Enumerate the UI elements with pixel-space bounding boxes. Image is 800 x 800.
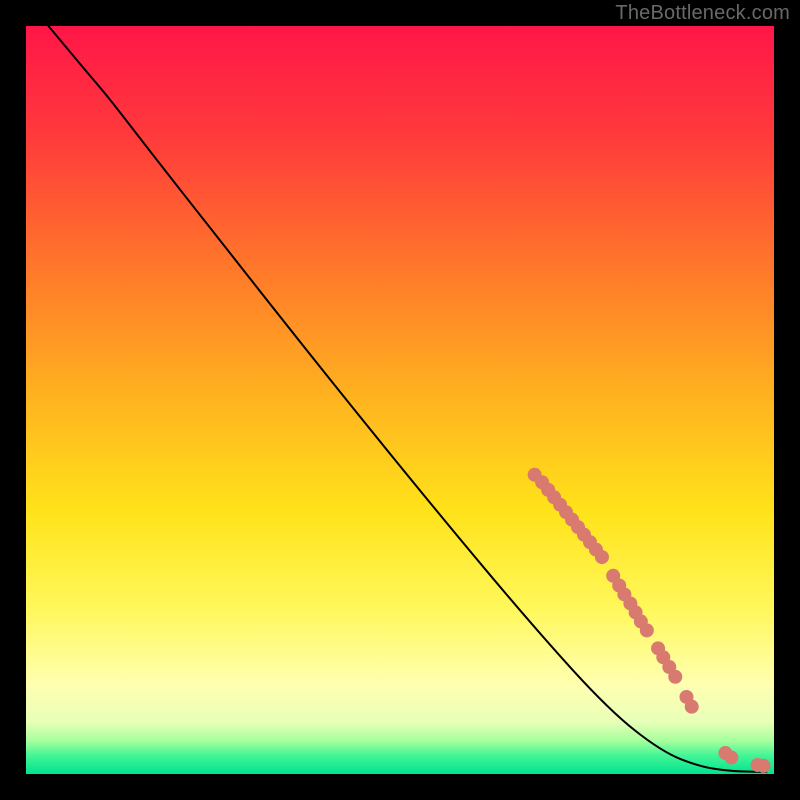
chart-svg: [26, 26, 774, 774]
watermark-text: TheBottleneck.com: [615, 2, 790, 25]
data-marker: [685, 700, 699, 714]
data-marker: [757, 759, 771, 773]
chart-frame: TheBottleneck.com: [0, 0, 800, 800]
data-marker: [640, 623, 654, 637]
data-marker: [595, 550, 609, 564]
plot-area: [26, 26, 774, 774]
data-marker: [724, 751, 738, 765]
data-marker: [668, 670, 682, 684]
